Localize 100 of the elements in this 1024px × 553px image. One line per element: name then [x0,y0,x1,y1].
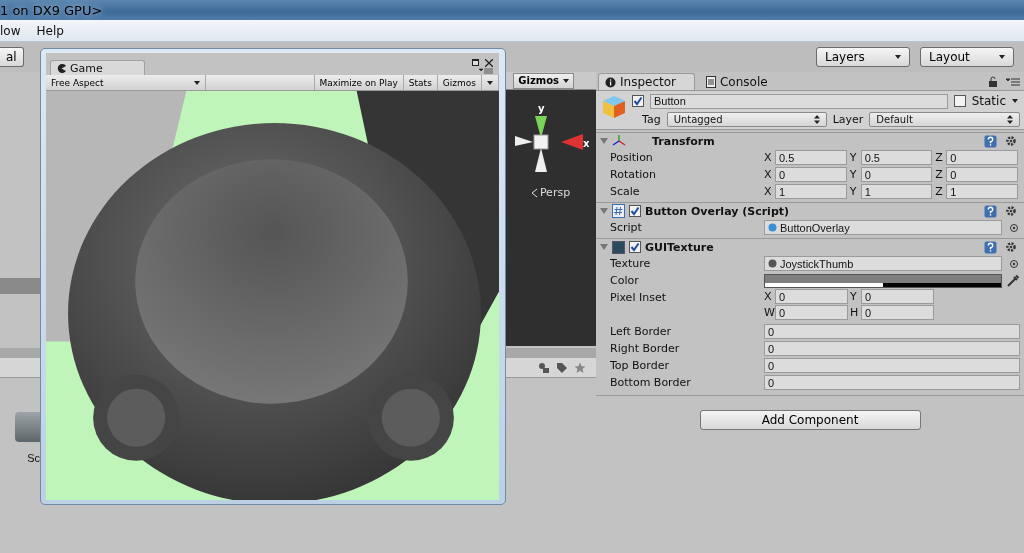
cube-icon [600,93,628,121]
number-field[interactable]: 0 [946,150,1018,165]
checkbox[interactable] [629,241,641,253]
number-field[interactable]: 0 [775,289,848,304]
checkbox[interactable] [632,95,644,107]
orientation-gizmo-drawing[interactable]: y x [512,102,589,182]
help-icon [984,134,997,148]
lock-icon [988,76,998,87]
pacman-icon [57,63,66,73]
projection-label[interactable]: Persp [539,186,571,199]
asset-label[interactable]: Sc [27,452,40,464]
property-label: Script [610,221,643,234]
caret-icon[interactable] [481,75,499,90]
component-title: Transform [651,134,716,148]
number-field[interactable]: 0 [860,167,933,182]
close-icon [485,59,493,67]
updown-arrows-icon [1007,114,1013,124]
property-label: Top Border [610,359,670,372]
number-field[interactable]: 0 [775,305,848,320]
axis-label: Y [850,290,858,303]
tag-icon [556,361,568,374]
axis-label: Z [935,151,944,164]
shapes-icon [538,361,550,374]
property-label: Bottom Border [610,376,692,389]
property-label: Texture [610,257,652,270]
panel-tab[interactable]: Inspector [598,73,695,90]
property-label: Left Border [610,325,673,338]
property-label: Scale [610,185,641,198]
aspect-dropdown[interactable]: Free Aspect [46,75,206,90]
number-field[interactable]: 0 [764,341,1020,356]
toolbar-button[interactable]: Maximize on Play [313,75,403,90]
component-title: GUITexture [645,240,715,254]
number-field[interactable]: 0 [775,167,847,182]
maximize-icon [472,59,479,66]
color-swatch[interactable] [764,273,1002,288]
tag-label: Tag [642,112,661,126]
eyedropper-icon [1006,273,1020,288]
number-field[interactable]: 0 [764,324,1020,339]
name-field[interactable]: Button [650,93,948,109]
help-icon [984,240,997,254]
axis-label: Y [849,151,858,164]
foldout-icon[interactable] [600,138,608,144]
axis-label: W [764,306,773,319]
axis-label: X [764,290,773,303]
component-header[interactable]: GUITexture [596,238,1024,255]
axis-label: X [764,185,773,198]
menu-icon [479,68,493,74]
panel-tab[interactable]: Console [699,73,787,90]
settings-icon [1005,134,1018,148]
toolbar-button[interactable]: al [0,47,24,67]
layer-dropdown[interactable]: Default [869,111,1020,127]
axis-label: X [764,168,773,181]
axis-label: H [850,306,859,319]
document-icon [706,76,716,88]
menu-item[interactable]: Help [36,23,68,38]
toolbar-button[interactable]: Gizmos [436,75,481,90]
property-label: Rotation [610,168,657,181]
number-field[interactable]: 0 [861,289,934,304]
object-field[interactable]: JoystickThumb [764,256,1002,271]
number-field[interactable]: 1 [860,184,933,199]
number-field[interactable]: 0.5 [860,150,933,165]
number-field[interactable]: 0 [861,305,934,320]
axis-label: Y [849,185,858,198]
axis-label: Z [935,185,944,198]
add-component-button[interactable]: Add Component [699,410,921,430]
menu-icon [1006,77,1020,87]
help-icon [984,204,997,218]
property-label: Color [610,274,640,287]
info-icon [605,76,616,88]
number-field[interactable]: 0.5 [775,150,847,165]
component-title: Button Overlay (Script) [645,204,791,218]
property-label: Right Border [610,342,681,355]
gizmos-dropdown[interactable]: Gizmos [513,72,574,89]
layout-dropdown[interactable]: Layout [920,47,1014,67]
number-field[interactable]: 0 [764,358,1020,373]
tag-dropdown[interactable]: Untagged [666,111,827,127]
checkbox[interactable] [953,95,966,107]
settings-icon [1005,204,1018,218]
layers-dropdown[interactable]: Layers [816,47,910,67]
component-header[interactable]: Transform [596,132,1024,149]
target-icon [1008,257,1020,270]
number-field[interactable]: 0 [764,375,1020,390]
object-field[interactable]: ButtonOverlay [764,220,1002,235]
number-field[interactable]: 1 [775,184,847,199]
layer-label: Layer [832,112,864,126]
chevron-left-icon [530,187,538,198]
checkbox[interactable] [629,205,641,217]
component-header[interactable]: Button Overlay (Script) [596,202,1024,219]
axis-label: X [764,151,773,164]
caret-icon[interactable] [1012,99,1018,103]
target-icon [1008,221,1020,234]
menu-item[interactable]: low [0,23,25,38]
window-title: 1 on DX9 GPU> [0,2,103,18]
property-label: Pixel Inset [610,290,667,306]
axis-label: Y [849,168,858,181]
number-field[interactable]: 0 [946,167,1018,182]
toolbar-button[interactable]: Stats [402,75,437,90]
property-label: Position [610,151,654,164]
number-field[interactable]: 1 [946,184,1018,199]
game-tab[interactable]: Game [50,60,145,75]
